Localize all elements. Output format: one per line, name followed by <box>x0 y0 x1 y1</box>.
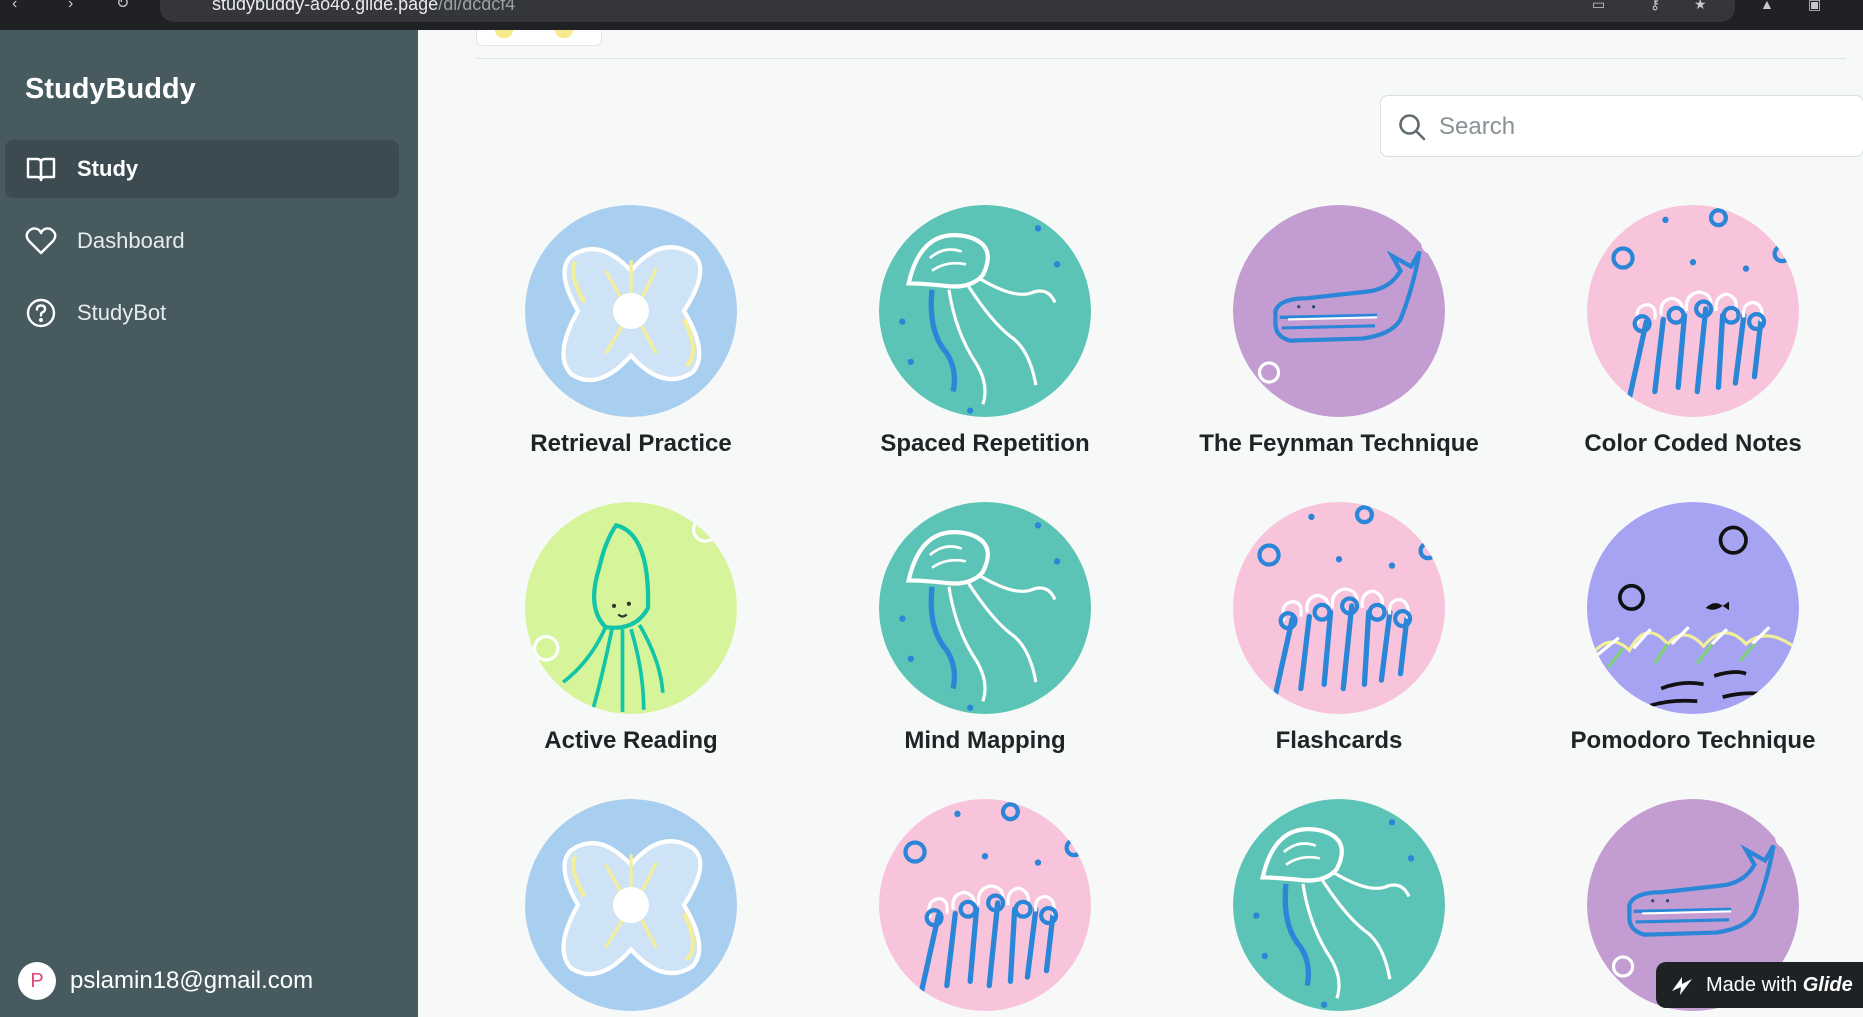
star-icon[interactable]: ★ <box>1694 0 1716 11</box>
card-the-feynman-technique[interactable]: The Feynman Technique <box>1179 205 1499 458</box>
card-label: Color Coded Notes <box>1584 430 1802 457</box>
search-input[interactable] <box>1439 108 1839 146</box>
window-icon[interactable]: ▣ <box>1808 0 1830 11</box>
coral-icon <box>1233 502 1445 714</box>
extensions-icon[interactable]: ▲ <box>1760 0 1782 11</box>
app-title: StudyBuddy <box>25 73 196 105</box>
card-flashcards[interactable]: Flashcards <box>1179 502 1499 755</box>
url-text: studybuddy-ao4o.glide.page/dl/dcdcf4 <box>212 0 516 14</box>
jellyfish-icon <box>879 205 1091 417</box>
user-profile[interactable]: P pslamin18@gmail.com <box>18 962 313 1000</box>
whale-icon <box>1233 205 1445 417</box>
sidebar-item-studybot[interactable]: StudyBot <box>5 284 399 342</box>
badge-text: Made with Glide <box>1706 973 1853 996</box>
top-tab[interactable] <box>476 30 602 46</box>
book-icon <box>25 153 57 185</box>
coral-icon <box>879 799 1091 1011</box>
shell-icon <box>525 799 737 1011</box>
card-label: Spaced Repetition <box>880 430 1090 457</box>
card-retrieval-practice[interactable]: Retrieval Practice <box>471 205 791 458</box>
seafloor-fish-icon <box>1587 502 1799 714</box>
card-label: The Feynman Technique <box>1199 430 1479 457</box>
sidebar-item-label: Dashboard <box>77 228 185 253</box>
main-content: Retrieval Practice Spaced Repetition The… <box>418 30 1863 1017</box>
card-label: Active Reading <box>544 727 718 754</box>
address-bar[interactable]: studybuddy-ao4o.glide.page/dl/dcdcf4 <box>160 0 1735 22</box>
card-mind-mapping[interactable]: Mind Mapping <box>825 502 1145 755</box>
card-label: Retrieval Practice <box>530 430 732 457</box>
card-label: Mind Mapping <box>904 727 1066 754</box>
cast-icon[interactable]: ▭ <box>1592 0 1614 11</box>
card-pomodoro-technique[interactable]: Pomodoro Technique <box>1533 502 1853 755</box>
help-circle-icon <box>25 297 57 329</box>
forward-icon[interactable]: › <box>68 0 88 12</box>
card-spaced-repetition[interactable]: Spaced Repetition <box>825 205 1145 458</box>
heart-icon <box>25 225 57 257</box>
key-icon[interactable]: ⚷ <box>1650 0 1672 11</box>
card-item-11[interactable] <box>1179 799 1499 1017</box>
sidebar-item-dashboard[interactable]: Dashboard <box>5 212 399 270</box>
browser-toolbar: ‹ › ↻ studybuddy-ao4o.glide.page/dl/dcdc… <box>0 0 1863 30</box>
sidebar: StudyBuddy Study Dashboard StudyBot P ps… <box>0 30 418 1017</box>
coral-icon <box>1587 205 1799 417</box>
sidebar-item-label: StudyBot <box>77 300 167 325</box>
decor-dot <box>555 30 573 38</box>
shell-icon <box>525 205 737 417</box>
search-icon <box>1399 114 1426 141</box>
sidebar-item-study[interactable]: Study <box>5 140 399 198</box>
jellyfish-icon <box>879 502 1091 714</box>
avatar: P <box>18 962 56 1000</box>
card-item-10[interactable] <box>825 799 1145 1017</box>
lightning-icon <box>1672 977 1692 995</box>
card-item-9[interactable] <box>471 799 791 1017</box>
search-box[interactable] <box>1380 95 1863 157</box>
reload-icon[interactable]: ↻ <box>116 0 136 12</box>
back-icon[interactable]: ‹ <box>12 0 32 12</box>
card-color-coded-notes[interactable]: Color Coded Notes <box>1533 205 1853 458</box>
card-label: Pomodoro Technique <box>1570 727 1816 754</box>
card-label: Flashcards <box>1275 727 1403 754</box>
decor-dot <box>495 30 513 38</box>
made-with-glide-badge[interactable]: Made with Glide <box>1656 962 1863 1008</box>
card-active-reading[interactable]: Active Reading <box>471 502 791 755</box>
sidebar-item-label: Study <box>77 156 139 181</box>
divider <box>476 58 1846 59</box>
squid-icon <box>525 502 737 714</box>
jellyfish-icon <box>1233 799 1445 1011</box>
user-email: pslamin18@gmail.com <box>70 967 314 994</box>
